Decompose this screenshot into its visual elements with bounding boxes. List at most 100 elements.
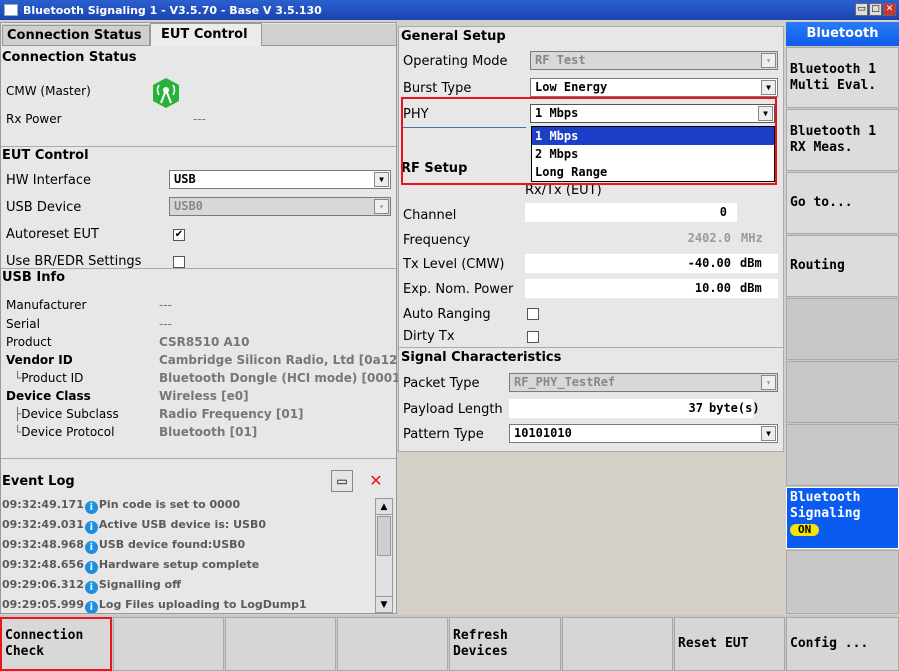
usb-device-select[interactable]: USB0 ▾ [169,197,391,216]
usb-label-serial: Serial [6,317,40,331]
info-icon: i [84,521,98,534]
bluetooth-rx-meas-button[interactable]: Bluetooth 1 RX Meas. [786,109,899,171]
tx-level-field[interactable]: -40.00 [525,254,737,273]
chevron-down-icon[interactable]: ▾ [761,53,776,68]
hw-interface-select[interactable]: USB ▼ [169,170,391,189]
chevron-down-icon[interactable]: ▼ [758,106,773,121]
goto-button[interactable]: Go to... [786,172,899,234]
info-icon: i [84,581,98,594]
softkey-empty-1 [786,298,899,360]
signal-characteristics-header: Signal Characteristics [401,350,562,365]
hw-interface-label: HW Interface [6,173,91,188]
signaling-on-badge: ON [790,524,820,536]
log-entry: 09:32:49.171 i Pin code is set to 0000 [2,498,241,514]
usb-value-vendor-id: Cambridge Silicon Radio, Ltd [0a12] [159,353,403,367]
log-maximize-button[interactable]: ▭ [331,470,353,492]
scroll-up-icon[interactable]: ▲ [376,499,392,515]
payload-length-field[interactable]: 37 [509,399,709,418]
config-button[interactable]: Config ... [786,617,899,671]
app-icon [4,4,18,16]
title-bar: Bluetooth Signaling 1 - V3.5.70 - Base V… [0,0,899,20]
channel-field[interactable]: 0 [525,203,737,222]
usb-info-labels: Manufacturer Serial Product Vendor ID └P… [6,296,156,441]
usb-label-vendor-id: Vendor ID [6,353,73,367]
log-entry: 09:32:49.031 i Active USB device is: USB0 [2,518,266,534]
log-entry: 09:29:06.312 i Signalling off [2,578,182,594]
minimize-button[interactable]: ▭ [855,3,868,16]
auto-ranging-checkbox[interactable] [527,308,539,320]
usb-value-device-protocol: Bluetooth [01] [159,425,258,439]
dirty-tx-checkbox[interactable] [527,331,539,343]
bottom-empty-2 [225,617,336,671]
phy-dropdown-list: 1 Mbps 2 Mbps Long Range [531,126,775,182]
scroll-down-icon[interactable]: ▼ [376,596,392,612]
log-close-icon[interactable]: ✕ [365,470,387,492]
softkey-empty-2 [786,361,899,423]
usb-value-serial: --- [159,317,172,331]
channel-label: Channel [403,208,457,223]
usb-info-values: --- --- CSR8510 A10 Cambridge Silicon Ra… [159,296,406,441]
event-log-header: Event Log [2,474,75,489]
bottom-empty-3 [337,617,448,671]
info-icon: i [84,561,98,574]
bluetooth-signaling-button[interactable]: Bluetooth Signaling ON [786,487,899,549]
exp-nom-power-field[interactable]: 10.00 [525,279,737,298]
usb-label-device-class: Device Class [6,389,91,403]
usb-value-product: CSR8510 A10 [159,335,250,349]
info-icon: i [84,501,98,514]
maximize-button[interactable]: □ [869,3,882,16]
operating-mode-select[interactable]: RF Test ▾ [530,51,778,70]
bluetooth-signaling-label: Bluetooth Signaling [790,490,861,521]
phy-select[interactable]: 1 Mbps ▼ [530,104,775,123]
close-button[interactable]: ✕ [883,3,896,16]
chevron-down-icon[interactable]: ▼ [761,80,776,95]
bluetooth-multi-eval-button[interactable]: Bluetooth 1 Multi Eval. [786,47,899,108]
burst-type-label: Burst Type [403,81,472,96]
scroll-thumb[interactable] [377,516,391,556]
reset-eut-button[interactable]: Reset EUT [674,617,785,671]
refresh-devices-button[interactable]: Refresh Devices [449,617,561,671]
exp-nom-power-unit: dBm [737,279,778,298]
setup-panel: General Setup Operating Mode RF Test ▾ Bu… [398,26,784,452]
chevron-down-icon[interactable]: ▾ [374,199,389,214]
tx-level-unit: dBm [737,254,778,273]
usb-label-product: Product [6,335,52,349]
phy-option-1mbps[interactable]: 1 Mbps [532,127,774,145]
softkey-empty-4 [786,550,899,614]
general-setup-header: General Setup [401,29,506,44]
packet-type-select[interactable]: RF_PHY_TestRef ▾ [509,373,778,392]
burst-type-select[interactable]: Low Energy ▼ [530,78,778,97]
autoreset-eut-label: Autoreset EUT [6,227,99,242]
pattern-type-label: Pattern Type [403,427,484,442]
bottom-empty-1 [113,617,224,671]
usb-label-device-subclass: Device Subclass [21,407,119,421]
softkey-panel: Bluetooth Bluetooth 1 Multi Eval. Blueto… [786,22,899,614]
pattern-type-select[interactable]: 10101010 ▼ [509,424,778,443]
tab-connection-status[interactable]: Connection Status [2,25,150,46]
connection-check-button[interactable]: Connection Check [0,617,112,671]
usb-value-device-subclass: Radio Frequency [01] [159,407,304,421]
chevron-down-icon[interactable]: ▾ [761,375,776,390]
phy-option-2mbps[interactable]: 2 Mbps [532,145,774,163]
use-bredr-label: Use BR/EDR Settings [6,254,142,269]
autoreset-eut-checkbox[interactable]: ✔ [173,229,185,241]
chevron-down-icon[interactable]: ▼ [374,172,389,187]
usb-value-device-class: Wireless [e0] [159,389,249,403]
usb-label-product-id: Product ID [21,371,84,385]
use-bredr-checkbox[interactable] [173,256,185,268]
rx-power-label: Rx Power [6,112,62,126]
tab-eut-control[interactable]: EUT Control [150,23,262,46]
chevron-down-icon[interactable]: ▼ [761,426,776,441]
frequency-unit: MHz [741,231,763,245]
usb-value-manufacturer: --- [159,298,172,312]
phy-option-long-range[interactable]: Long Range [532,163,774,181]
softkey-header: Bluetooth [786,22,899,46]
cmw-master-label: CMW (Master) [6,84,91,98]
dirty-tx-label: Dirty Tx [403,329,455,344]
routing-button[interactable]: Routing [786,235,899,297]
log-scrollbar[interactable]: ▲ ▼ [375,498,393,613]
tx-level-label: Tx Level (CMW) [403,257,505,272]
bottom-bar: Connection Check Refresh Devices Reset E… [0,615,899,671]
antenna-icon [149,77,183,109]
packet-type-label: Packet Type [403,376,480,391]
